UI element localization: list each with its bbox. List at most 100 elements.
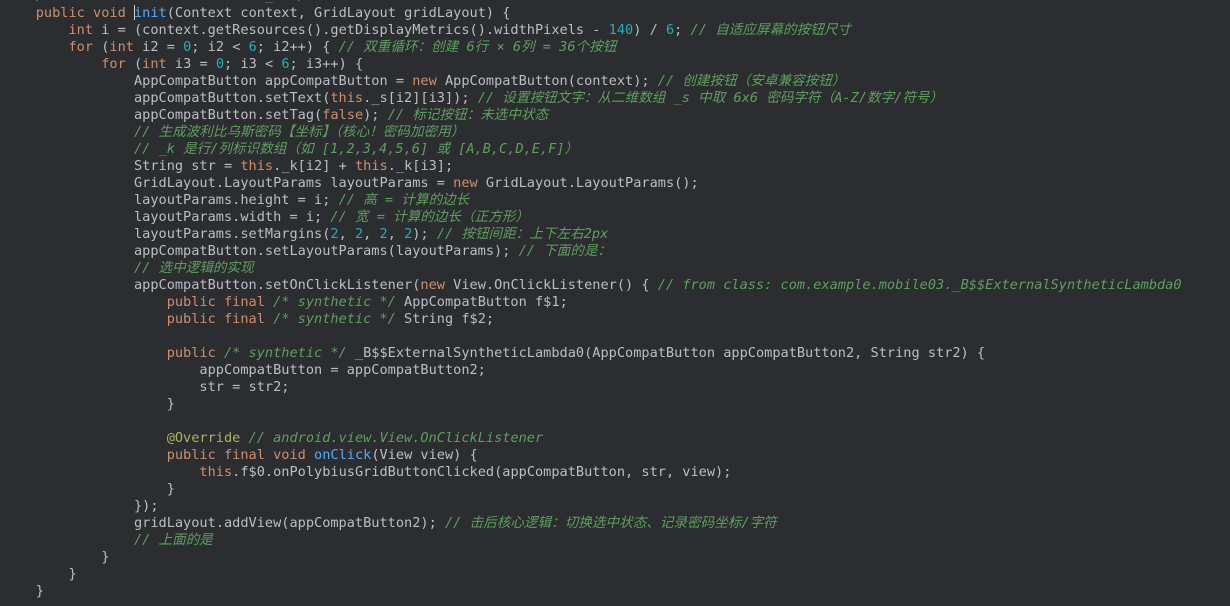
code-line[interactable]: // _k 是行/列标识数组（如 [1,2,3,4,5,6] 或 [A,B,C,…	[3, 141, 1182, 158]
code-line[interactable]: // 上面的是	[3, 532, 1182, 549]
code-line[interactable]: public /* synthetic */ _B$$ExternalSynth…	[3, 345, 1182, 362]
keyword: public	[166, 294, 216, 310]
code-line[interactable]: public final /* synthetic */ AppCompatBu…	[3, 294, 1182, 311]
keyword: new	[453, 175, 478, 191]
number-literal: 6	[248, 39, 257, 55]
keyword: public	[166, 345, 216, 361]
code-text[interactable]: /* JADX INFO: renamed from: _i */ public…	[3, 0, 1182, 600]
number-literal: 2	[354, 226, 364, 242]
keyword: for	[68, 39, 94, 55]
code-line[interactable]: int i = (context.getResources().getDispl…	[3, 22, 1182, 39]
keyword: new	[420, 277, 445, 293]
code-token: layoutParams.width = i;	[133, 209, 331, 225]
keyword: void	[93, 5, 126, 21]
code-token: ,	[363, 226, 380, 242]
code-line[interactable]: @Override // android.view.View.OnClickLi…	[3, 430, 1182, 447]
code-token: ; i2 <	[191, 39, 249, 55]
comment: // 击后核心逻辑：切换选中状态、记录密码坐标/字符	[444, 515, 777, 531]
code-token: appCompatButton.setTag(	[133, 107, 323, 123]
code-line[interactable]: for (int i3 = 0; i3 < 6; i3++) {	[3, 56, 1182, 73]
code-token: ; i2++) {	[256, 39, 339, 55]
keyword: public	[35, 5, 85, 21]
code-token: i2 =	[133, 39, 184, 55]
code-token: appCompatButton = appCompatButton2;	[199, 362, 486, 378]
code-token: f$2	[461, 311, 486, 327]
code-line[interactable]: String str = this._k[i2] + this._k[i3];	[3, 158, 1182, 175]
code-line[interactable]: this.f$0.onPolybiusGridButtonClicked(app…	[3, 464, 1182, 481]
code-line[interactable]: }	[3, 566, 1182, 583]
code-line[interactable]: appCompatButton.setText(this._s[i2][i3])…	[3, 90, 1182, 107]
code-token: gridLayout.addView(appCompatButton2);	[133, 515, 445, 531]
comment: // 选中逻辑的实现	[133, 260, 254, 276]
comment: // 生成波利比乌斯密码【坐标】（核心！密码加密用）	[133, 124, 465, 140]
code-line[interactable]: appCompatButton = appCompatButton2;	[3, 362, 1182, 379]
code-line[interactable]: layoutParams.width = i; // 宽 = 计算的边长（正方形…	[3, 209, 1182, 226]
code-token: ;	[559, 294, 568, 310]
code-line[interactable]: layoutParams.setMargins(2, 2, 2, 2); // …	[3, 226, 1182, 243]
code-line[interactable]	[3, 413, 1182, 430]
code-line[interactable]: // 生成波利比乌斯密码【坐标】（核心！密码加密用）	[3, 124, 1182, 141]
code-line[interactable]: appCompatButton.setLayoutParams(layoutPa…	[3, 243, 1182, 260]
code-line[interactable]: AppCompatButton appCompatButton = new Ap…	[3, 73, 1182, 90]
number-literal: 2	[379, 226, 388, 242]
code-token: _B$$ExternalSyntheticLambda0(AppCompatBu…	[346, 345, 986, 361]
code-line[interactable]: str = str2;	[3, 379, 1182, 396]
method-name: init	[133, 5, 167, 21]
code-token: appCompatButton.setLayoutParams(layoutPa…	[133, 243, 519, 259]
code-line[interactable]: appCompatButton.setOnClickListener(new V…	[3, 277, 1182, 294]
code-line[interactable]: // 选中逻辑的实现	[3, 260, 1182, 277]
code-line[interactable]: GridLayout.LayoutParams layoutParams = n…	[3, 175, 1182, 192]
code-token: ;	[485, 311, 495, 327]
code-line[interactable]: for (int i2 = 0; i2 < 6; i2++) { // 双重循环…	[3, 39, 1182, 56]
keyword: int	[109, 39, 134, 55]
code-token: }	[166, 396, 175, 412]
comment: // _k 是行/列标识数组（如 [1,2,3,4,5,6] 或 [A,B,C,…	[133, 141, 579, 157]
code-line[interactable]	[3, 328, 1182, 345]
code-editor[interactable]: /* JADX INFO: renamed from: _i */ public…	[0, 0, 1230, 606]
code-line[interactable]: }	[3, 549, 1182, 566]
code-line[interactable]: public void init(Context context, GridLa…	[3, 5, 1182, 22]
code-line[interactable]: public final void onClick(View view) {	[3, 447, 1182, 464]
code-line[interactable]: }	[3, 583, 1182, 600]
keyword: for	[101, 56, 126, 72]
code-line[interactable]: });	[3, 498, 1182, 515]
code-line[interactable]: }	[3, 481, 1182, 498]
code-line[interactable]: gridLayout.addView(appCompatButton2); //…	[3, 515, 1182, 532]
annotation: @Override	[166, 430, 241, 446]
code-line[interactable]: layoutParams.height = i; // 高 = 计算的边长	[3, 192, 1182, 209]
keyword: void	[273, 447, 306, 463]
keyword: false	[322, 107, 364, 123]
number-literal: 6	[665, 22, 675, 38]
code-token: f$0	[240, 464, 265, 480]
code-token: str = str2;	[199, 379, 290, 395]
code-line[interactable]: public final /* synthetic */ String f$2;	[3, 311, 1182, 328]
this-keyword: this	[240, 158, 274, 174]
keyword: public	[166, 311, 216, 327]
comment: // 创建按钮（安卓兼容按钮）	[657, 73, 846, 89]
code-token: );	[412, 226, 437, 242]
comment: // 设置按钮文字：从二维数组 _s 中取 6x6 密码字符（A-Z/数字/符号…	[477, 90, 944, 106]
code-line[interactable]: appCompatButton.setTag(false); // 标记按钮：未…	[3, 107, 1182, 124]
keyword: new	[412, 73, 437, 89]
code-line[interactable]: }	[3, 396, 1182, 413]
keyword: final	[223, 311, 265, 327]
